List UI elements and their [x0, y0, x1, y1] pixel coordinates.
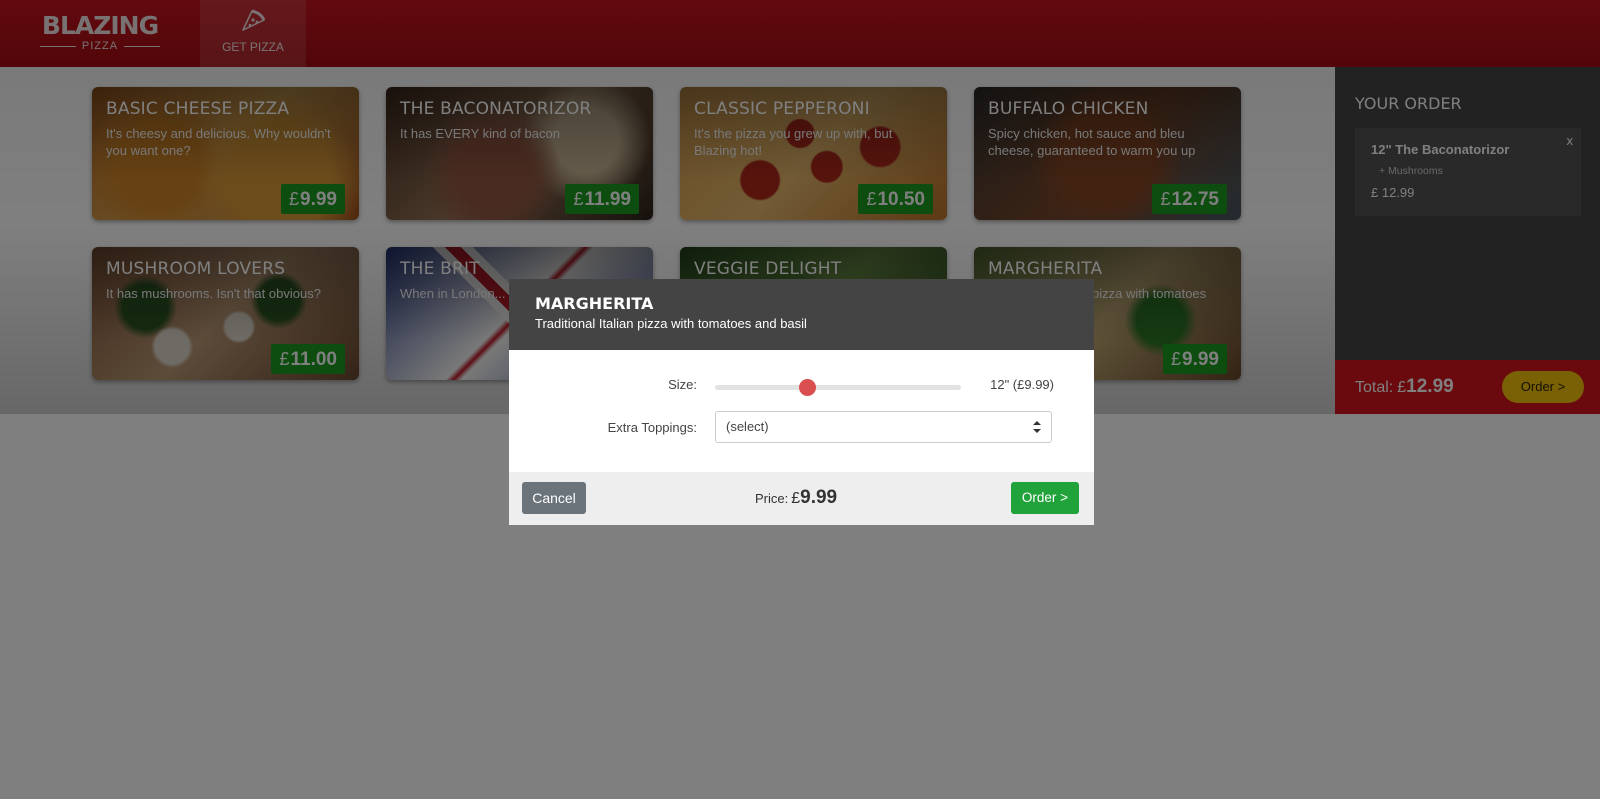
dialog-price: Price: £9.99: [755, 487, 837, 509]
dialog-subtitle: Traditional Italian pizza with tomatoes …: [535, 316, 807, 331]
dialog-body: Size: 12" (£9.99) Extra Toppings: (selec…: [509, 350, 1094, 472]
size-slider-thumb[interactable]: [799, 379, 817, 396]
configure-pizza-dialog: MARGHERITA Traditional Italian pizza wit…: [509, 279, 1094, 525]
cancel-button[interactable]: Cancel: [522, 482, 586, 514]
extra-toppings-label: Extra Toppings:: [607, 420, 697, 435]
currency-symbol: £: [791, 490, 801, 507]
dialog-header: MARGHERITA Traditional Italian pizza wit…: [509, 279, 1094, 350]
select-arrows-icon: [1033, 421, 1041, 433]
dialog-price-label: Price:: [755, 491, 789, 506]
dialog-order-button[interactable]: Order >: [1011, 482, 1079, 514]
extra-toppings-select[interactable]: (select): [715, 411, 1052, 443]
extra-toppings-selected-value: (select): [726, 419, 769, 434]
dialog-footer: Cancel Price: £9.99 Order >: [509, 472, 1094, 525]
size-label: Size:: [668, 377, 697, 392]
dialog-price-amount: 9.99: [800, 487, 838, 508]
dialog-title: MARGHERITA: [535, 294, 654, 313]
size-value: 12" (£9.99): [990, 377, 1054, 392]
size-slider[interactable]: [715, 379, 961, 396]
